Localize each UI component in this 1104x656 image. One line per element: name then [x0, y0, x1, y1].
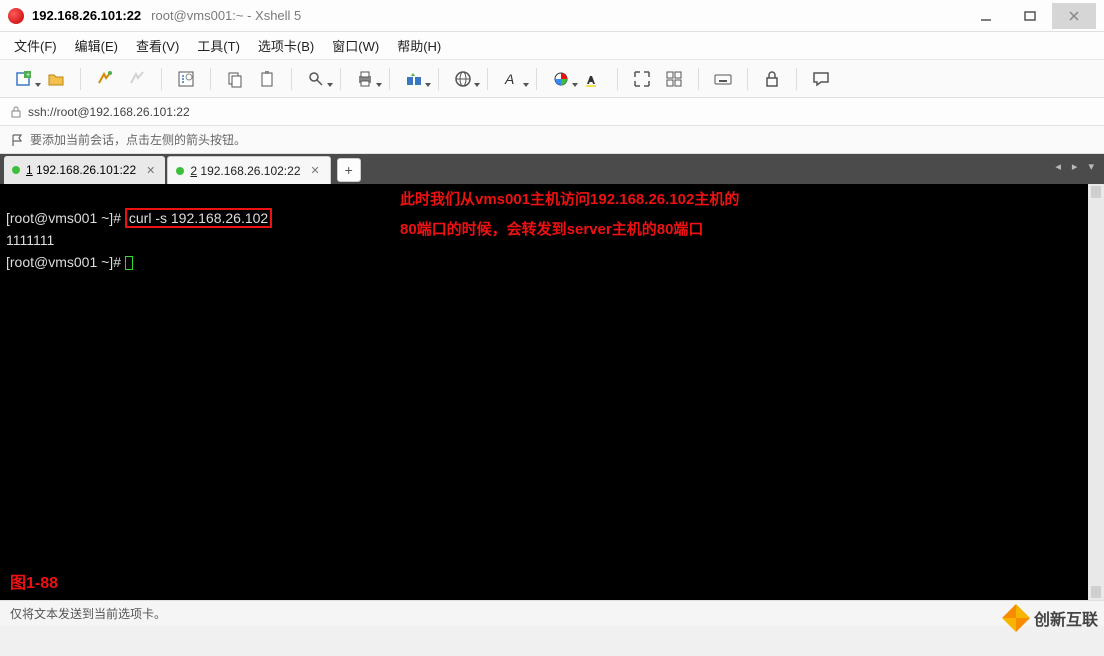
address-text: ssh://root@192.168.26.101:22 — [28, 105, 190, 119]
status-bar: 仅将文本发送到当前选项卡。 — [0, 600, 1104, 626]
flag-icon — [10, 133, 24, 147]
menu-tools[interactable]: 工具(T) — [197, 36, 240, 55]
prompt: [root@vms001 ~]# — [6, 210, 125, 226]
status-text: 仅将文本发送到当前选项卡。 — [10, 605, 166, 622]
paste-button[interactable] — [255, 67, 279, 91]
tile-button[interactable] — [662, 67, 686, 91]
transfer-button[interactable] — [402, 67, 426, 91]
status-dot-icon — [12, 166, 20, 174]
tab-strip: 1 192.168.26.101:22 ✕ 2 192.168.26.102:2… — [0, 154, 1104, 184]
menubar: 文件(F) 编辑(E) 查看(V) 工具(T) 选项卡(B) 窗口(W) 帮助(… — [0, 32, 1104, 60]
keyboard-button[interactable] — [711, 67, 735, 91]
svg-text:+: + — [26, 72, 30, 79]
copy-button[interactable] — [223, 67, 247, 91]
prompt: [root@vms001 ~]# — [6, 254, 125, 270]
fullscreen-button[interactable] — [630, 67, 654, 91]
lock-icon — [10, 106, 22, 118]
print-button[interactable] — [353, 67, 377, 91]
window-title: 192.168.26.101:22 — [32, 8, 141, 23]
hint-bar: 要添加当前会话，点击左侧的箭头按钮。 — [0, 126, 1104, 154]
svg-text:A: A — [504, 71, 514, 87]
chat-button[interactable] — [809, 67, 833, 91]
watermark-logo-icon — [1002, 604, 1030, 632]
tab-1-label: 1 192.168.26.101:22 — [26, 163, 136, 177]
properties-button[interactable] — [174, 67, 198, 91]
new-session-button[interactable]: + — [12, 67, 36, 91]
menu-edit[interactable]: 编辑(E) — [75, 36, 118, 55]
reconnect-button[interactable] — [93, 67, 117, 91]
hint-text: 要添加当前会话，点击左侧的箭头按钮。 — [30, 131, 246, 148]
lock-button[interactable] — [760, 67, 784, 91]
figure-label: 图1-88 — [10, 574, 58, 594]
menu-file[interactable]: 文件(F) — [14, 36, 57, 55]
add-tab-button[interactable]: + — [337, 158, 361, 182]
language-button[interactable] — [451, 67, 475, 91]
menu-tabs[interactable]: 选项卡(B) — [258, 36, 314, 55]
tab-close-icon[interactable]: ✕ — [311, 164, 320, 177]
tab-2[interactable]: 2 192.168.26.102:22 ✕ — [167, 156, 330, 184]
annotation-line-2: 80端口的时候，会转发到server主机的80端口 — [400, 220, 703, 240]
font-button[interactable]: A — [500, 67, 524, 91]
menu-help[interactable]: 帮助(H) — [397, 36, 441, 55]
toolbar: + A — [0, 60, 1104, 98]
tab-2-label: 2 192.168.26.102:22 — [190, 164, 300, 178]
titlebar: 192.168.26.101:22 root@vms001:~ - Xshell… — [0, 0, 1104, 32]
maximize-button[interactable] — [1008, 3, 1052, 29]
color-button[interactable] — [549, 67, 573, 91]
tab-close-icon[interactable]: ✕ — [146, 164, 155, 177]
terminal-output: 1111111 — [6, 232, 54, 248]
disconnect-button[interactable] — [125, 67, 149, 91]
status-dot-icon — [176, 167, 184, 175]
tab-nav-arrows[interactable]: ◂ ▸ ▾ — [1055, 160, 1098, 173]
command-highlight: curl -s 192.168.26.102 — [125, 208, 272, 228]
window-controls — [964, 3, 1096, 29]
annotation-line-1: 此时我们从vms001主机访问192.168.26.102主机的 — [400, 190, 739, 210]
minimize-button[interactable] — [964, 3, 1008, 29]
app-icon — [8, 8, 24, 24]
find-button[interactable] — [304, 67, 328, 91]
tab-1[interactable]: 1 192.168.26.101:22 ✕ — [4, 156, 165, 184]
menu-window[interactable]: 窗口(W) — [332, 36, 379, 55]
open-button[interactable] — [44, 67, 68, 91]
close-button[interactable] — [1052, 3, 1096, 29]
cursor — [125, 256, 133, 270]
scrollbar[interactable] — [1088, 184, 1104, 600]
menu-view[interactable]: 查看(V) — [136, 36, 179, 55]
watermark: 创新互联 — [1002, 604, 1098, 632]
watermark-text: 创新互联 — [1034, 606, 1098, 630]
highlight-button[interactable] — [581, 67, 605, 91]
address-bar[interactable]: ssh://root@192.168.26.101:22 — [0, 98, 1104, 126]
window-subtitle: root@vms001:~ - Xshell 5 — [151, 8, 301, 23]
terminal[interactable]: [root@vms001 ~]# curl -s 192.168.26.102 … — [0, 184, 1104, 600]
